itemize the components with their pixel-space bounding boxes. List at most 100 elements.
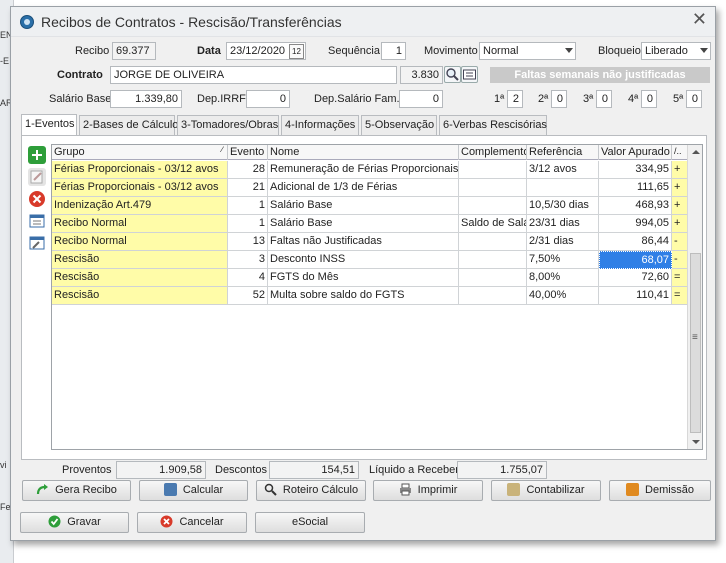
cell-evento[interactable]: 28 (228, 161, 268, 179)
cell-valor[interactable]: 334,95 (599, 161, 672, 179)
cell-referencia[interactable]: 40,00% (527, 287, 599, 305)
col-sinal[interactable]: /.. (672, 145, 688, 160)
cell-evento[interactable]: 13 (228, 233, 268, 251)
calcular-button[interactable]: Calcular (139, 480, 248, 501)
dep-irrf-field[interactable]: 0 (246, 90, 290, 108)
cell-sinal[interactable]: = (672, 287, 688, 305)
cell-complemento[interactable] (459, 179, 527, 197)
table-row[interactable]: Recibo Normal 1 Salário Base Saldo de Salá 2… (52, 215, 688, 233)
table-row[interactable]: Rescisão 4 FGTS do Mês 8,00% 72,60 = (52, 269, 688, 287)
tab-tomadores-obras[interactable]: 3-Tomadores/Obras (177, 115, 279, 135)
cell-referencia[interactable] (527, 179, 599, 197)
dep-salario-fam-field[interactable]: 0 (399, 90, 443, 108)
contabilizar-button[interactable]: Contabilizar (491, 480, 601, 501)
table-row[interactable]: Férias Proporcionais - 03/12 avos 21 Adici… (52, 179, 688, 197)
cancelar-button[interactable]: Cancelar (137, 512, 247, 533)
add-icon[interactable] (28, 146, 46, 164)
cell-nome[interactable]: Adicional de 1/3 de Férias (268, 179, 459, 197)
delete-icon[interactable] (28, 190, 46, 208)
cell-valor[interactable]: 86,44 (599, 233, 672, 251)
cell-referencia[interactable]: 2/31 dias (527, 233, 599, 251)
cell-evento[interactable]: 52 (228, 287, 268, 305)
cell-grupo[interactable]: Indenização Art.479 (52, 197, 228, 215)
bloqueio-select[interactable]: Liberado (641, 42, 711, 60)
cell-grupo[interactable]: Rescisão (52, 269, 228, 287)
cell-grupo[interactable]: Recibo Normal (52, 233, 228, 251)
col-referencia[interactable]: Referência (527, 145, 599, 160)
week4-field[interactable]: 0 (641, 90, 657, 108)
table-row[interactable]: Rescisão 52 Multa sobre saldo do FGTS 40,00… (52, 287, 688, 305)
cell-complemento[interactable] (459, 269, 527, 287)
gravar-button[interactable]: Gravar (20, 512, 129, 533)
cell-grupo[interactable]: Rescisão (52, 251, 228, 269)
details-card-icon[interactable] (461, 66, 478, 83)
gera-recibo-button[interactable]: Gera Recibo (22, 480, 131, 501)
calendar-icon[interactable]: 12 (289, 44, 304, 59)
cell-evento[interactable]: 21 (228, 179, 268, 197)
cell-evento[interactable]: 1 (228, 197, 268, 215)
window-list-icon[interactable] (28, 212, 46, 230)
cell-sinal[interactable]: - (672, 233, 688, 251)
col-complemento[interactable]: Complemento (459, 145, 527, 160)
cell-complemento[interactable] (459, 161, 527, 179)
tab-observacao[interactable]: 5-Observação (361, 115, 437, 135)
cell-referencia[interactable]: 10,5/30 dias (527, 197, 599, 215)
week5-field[interactable]: 0 (686, 90, 702, 108)
week1-field[interactable]: 2 (507, 90, 523, 108)
cell-sinal[interactable]: = (672, 269, 688, 287)
cell-valor[interactable]: 72,60 (599, 269, 672, 287)
cell-complemento[interactable] (459, 251, 527, 269)
cell-sinal[interactable]: + (672, 161, 688, 179)
tab-informacoes[interactable]: 4-Informações (281, 115, 359, 135)
table-row[interactable]: Recibo Normal 13 Faltas não Justificadas 2/… (52, 233, 688, 251)
table-row[interactable]: Rescisão 3 Desconto INSS 7,50% 68,07- (52, 251, 688, 269)
cell-sinal[interactable]: + (672, 215, 688, 233)
cell-complemento[interactable] (459, 233, 527, 251)
cell-referencia[interactable]: 23/31 dias (527, 215, 599, 233)
cell-nome[interactable]: FGTS do Mês (268, 269, 459, 287)
col-evento[interactable]: Evento (228, 145, 268, 160)
scroll-up-icon[interactable] (692, 150, 700, 154)
table-row[interactable]: Férias Proporcionais - 03/12 avos 28 Remun… (52, 161, 688, 179)
cell-nome[interactable]: Salário Base (268, 197, 459, 215)
cell-nome[interactable]: Desconto INSS (268, 251, 459, 269)
esocial-button[interactable]: eSocial (255, 512, 365, 533)
cell-nome[interactable]: Salário Base (268, 215, 459, 233)
salario-base-field[interactable]: 1.339,80 (110, 90, 182, 108)
cell-referencia[interactable]: 3/12 avos (527, 161, 599, 179)
cell-grupo[interactable]: Férias Proporcionais - 03/12 avos (52, 161, 228, 179)
vertical-scrollbar[interactable]: ≡ (687, 145, 702, 449)
cell-grupo[interactable]: Rescisão (52, 287, 228, 305)
col-nome[interactable]: Nome (268, 145, 459, 160)
cell-complemento[interactable]: Saldo de Salá (459, 215, 527, 233)
cell-valor[interactable]: 468,93 (599, 197, 672, 215)
cell-sinal[interactable]: + (672, 197, 688, 215)
col-valor-apurado[interactable]: Valor Apurado (599, 145, 672, 160)
cell-complemento[interactable] (459, 197, 527, 215)
sequencia-field[interactable]: 1 (381, 42, 406, 60)
cell-nome[interactable]: Faltas não Justificadas (268, 233, 459, 251)
roteiro-calculo-button[interactable]: Roteiro Cálculo (256, 480, 366, 501)
scroll-down-icon[interactable] (692, 440, 700, 444)
tab-verbas-rescisorias[interactable]: 6-Verbas Rescisórias (439, 115, 547, 135)
recibo-field[interactable]: 69.377 (112, 42, 156, 60)
window-edit-icon[interactable] (28, 234, 46, 252)
edit-icon[interactable] (28, 168, 46, 186)
imprimir-button[interactable]: Imprimir (373, 480, 483, 501)
cell-evento[interactable]: 3 (228, 251, 268, 269)
cell-valor[interactable]: 110,41 (599, 287, 672, 305)
cell-valor[interactable]: 68,07 (599, 251, 672, 269)
cell-sinal[interactable]: + (672, 179, 688, 197)
cell-grupo[interactable]: Férias Proporcionais - 03/12 avos (52, 179, 228, 197)
week3-field[interactable]: 0 (596, 90, 612, 108)
movimento-select[interactable]: Normal (479, 42, 576, 60)
cell-valor[interactable]: 111,65 (599, 179, 672, 197)
table-row[interactable]: Indenização Art.479 1 Salário Base 10,5/30 … (52, 197, 688, 215)
week2-field[interactable]: 0 (551, 90, 567, 108)
tab-eventos[interactable]: 1-Eventos (21, 114, 77, 136)
cell-nome[interactable]: Multa sobre saldo do FGTS (268, 287, 459, 305)
search-icon[interactable] (444, 66, 461, 83)
cell-sinal[interactable]: - (672, 251, 688, 269)
demissao-button[interactable]: Demissão (609, 480, 711, 501)
cell-evento[interactable]: 4 (228, 269, 268, 287)
